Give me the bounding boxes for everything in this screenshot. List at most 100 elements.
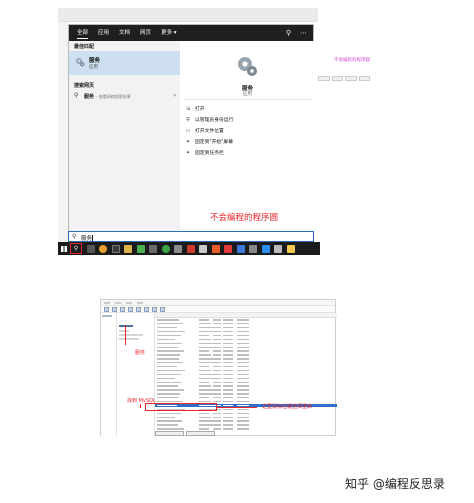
app-icon[interactable] bbox=[111, 244, 120, 253]
app-icon[interactable] bbox=[261, 244, 270, 253]
app-icon[interactable] bbox=[211, 244, 220, 253]
action-open-file-location[interactable]: ▭ 打开文件位置 bbox=[184, 125, 233, 136]
chrome-icon[interactable] bbox=[161, 244, 170, 253]
table-cell bbox=[157, 354, 180, 356]
app-icon[interactable] bbox=[274, 244, 282, 253]
chevron-right-icon[interactable]: › bbox=[174, 92, 176, 99]
table-cell bbox=[199, 412, 209, 414]
tab-all[interactable]: 全部 bbox=[77, 25, 89, 41]
table-cell bbox=[157, 373, 181, 376]
services-app-icon bbox=[238, 57, 257, 76]
table-cell bbox=[223, 389, 233, 391]
services-toolbar bbox=[101, 306, 335, 313]
feedback-icon[interactable]: ⚲ bbox=[286, 28, 291, 38]
browser-icon[interactable] bbox=[99, 244, 107, 253]
app-icon[interactable] bbox=[236, 244, 245, 253]
table-cell bbox=[157, 365, 177, 368]
tab-extended[interactable] bbox=[155, 431, 184, 436]
file-explorer-icon[interactable] bbox=[124, 244, 132, 253]
table-cell bbox=[213, 362, 221, 364]
start-button[interactable] bbox=[58, 242, 70, 255]
table-cell bbox=[237, 369, 249, 372]
table-cell bbox=[157, 327, 177, 329]
table-cell bbox=[157, 350, 184, 352]
table-cell bbox=[213, 354, 221, 356]
app-icon[interactable] bbox=[149, 244, 157, 253]
text-caret bbox=[92, 235, 93, 241]
table-cell bbox=[213, 346, 221, 348]
table-cell bbox=[237, 346, 249, 348]
web-search-item[interactable]: ⚲ 服务 - 查看网络搜索结果 › bbox=[69, 90, 180, 102]
taskbar-search-button[interactable]: ⚲ bbox=[70, 243, 82, 254]
table-cell bbox=[199, 354, 211, 356]
background-window-strip bbox=[58, 22, 68, 242]
more-options-icon[interactable]: ⋯ bbox=[300, 28, 307, 38]
table-cell bbox=[199, 397, 209, 399]
menu-placeholder[interactable] bbox=[104, 302, 110, 304]
search-input[interactable]: ⚲ 服务 bbox=[68, 231, 314, 242]
web-search-label: 搜索网页 bbox=[74, 83, 95, 89]
toolbar-icon[interactable] bbox=[120, 307, 125, 312]
table-cell bbox=[199, 416, 211, 418]
restart-icon[interactable] bbox=[160, 307, 165, 312]
app-icon[interactable] bbox=[199, 244, 207, 253]
search-icon: ⚲ bbox=[73, 245, 79, 252]
footer-watermark: 知乎 @编程反思录 bbox=[345, 477, 445, 491]
tab-apps[interactable]: 应用 bbox=[98, 25, 109, 41]
table-cell bbox=[223, 342, 233, 344]
table-cell bbox=[213, 381, 221, 383]
table-cell bbox=[199, 350, 209, 352]
app-icon[interactable] bbox=[174, 244, 182, 253]
search-panel: 全部 应用 文档 网页 更多 ▾ ⚲ ⋯ 最佳匹配 服务 应用 搜索网页 ⚲ 服… bbox=[68, 24, 315, 241]
table-cell bbox=[223, 358, 233, 360]
app-icon[interactable] bbox=[286, 244, 295, 253]
services-view-tabs bbox=[155, 431, 215, 436]
menu-placeholder[interactable] bbox=[115, 302, 121, 304]
tab-documents[interactable]: 文档 bbox=[119, 25, 130, 41]
action-pin-to-start[interactable]: ✦ 固定到"开始"屏幕 bbox=[184, 136, 233, 147]
best-match-item[interactable]: 服务 应用 bbox=[69, 51, 180, 75]
action-run-as-admin[interactable]: ⛨ 以管理员身份运行 bbox=[184, 114, 233, 125]
tab-web[interactable]: 网页 bbox=[140, 25, 151, 41]
forward-icon[interactable] bbox=[112, 307, 117, 312]
menu-placeholder[interactable] bbox=[137, 302, 143, 304]
table-cell bbox=[223, 401, 233, 403]
toolbar-icon[interactable] bbox=[136, 307, 141, 312]
app-icon[interactable] bbox=[224, 244, 232, 253]
table-cell bbox=[223, 327, 233, 329]
table-cell bbox=[237, 327, 249, 329]
table-cell bbox=[199, 323, 211, 325]
action-label: 打开文件位置 bbox=[195, 129, 224, 134]
action-pin-to-taskbar[interactable]: ✦ 固定到任务栏 bbox=[184, 147, 233, 158]
description-line bbox=[119, 338, 139, 340]
app-icon[interactable] bbox=[249, 244, 257, 253]
back-icon[interactable] bbox=[104, 307, 109, 312]
table-cell bbox=[223, 319, 233, 321]
table-cell bbox=[223, 412, 233, 414]
app-icon[interactable] bbox=[136, 244, 145, 253]
annotation-arrow bbox=[217, 407, 257, 408]
table-cell bbox=[199, 389, 213, 391]
task-view-icon[interactable] bbox=[86, 244, 95, 253]
table-cell bbox=[237, 397, 249, 399]
search-query: 服务 bbox=[81, 235, 93, 242]
detail-pane: 服务 应用 ⇲ 打开 ⛨ 以管理员身份运行 ▭ 打开文件位置 ✦ 固定到"开始"屏幕 ✦… bbox=[180, 41, 315, 241]
tree-node[interactable] bbox=[102, 315, 112, 317]
tab-standard[interactable] bbox=[186, 431, 215, 436]
menu-placeholder[interactable] bbox=[126, 302, 132, 304]
toolbar-icon[interactable] bbox=[128, 307, 133, 312]
table-cell bbox=[223, 385, 233, 387]
table-cell bbox=[223, 381, 233, 383]
action-open[interactable]: ⇲ 打开 bbox=[184, 103, 233, 114]
tab-more[interactable]: 更多 ▾ bbox=[161, 25, 177, 41]
search-icon: ⚲ bbox=[72, 233, 77, 240]
web-search-hint: - 查看网络搜索结果 bbox=[96, 94, 131, 99]
app-icon[interactable] bbox=[186, 244, 195, 253]
table-cell bbox=[213, 334, 221, 337]
tabbar-tools: ⚲ ⋯ bbox=[286, 28, 307, 38]
play-icon[interactable] bbox=[144, 307, 149, 312]
best-match-subtitle: 应用 bbox=[89, 65, 98, 70]
stop-icon[interactable] bbox=[152, 307, 157, 312]
services-window bbox=[100, 299, 337, 437]
table-cell bbox=[223, 428, 233, 430]
